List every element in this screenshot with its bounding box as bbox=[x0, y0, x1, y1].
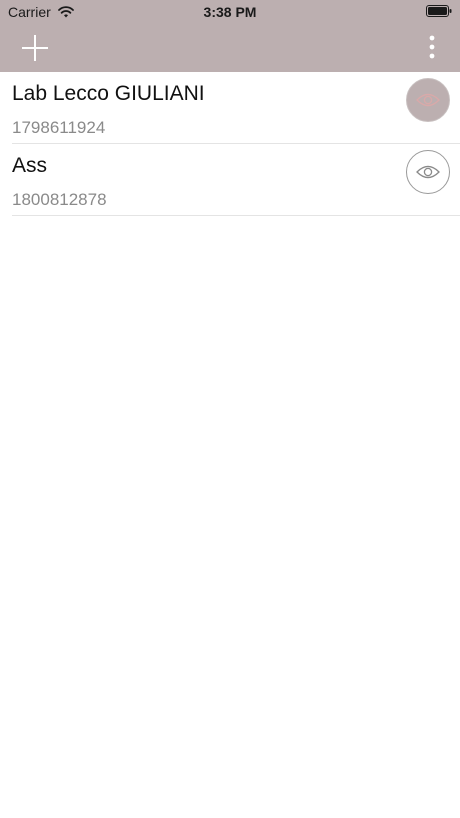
status-time: 3:38 PM bbox=[203, 4, 257, 20]
contact-list: Lab Lecco GIULIANI 1798611924 Ass 180081… bbox=[0, 72, 460, 216]
battery-icon bbox=[426, 5, 452, 17]
contact-name: Ass bbox=[12, 154, 48, 177]
top-bar: Carrier 3:38 PM bbox=[0, 0, 460, 72]
view-button[interactable] bbox=[406, 78, 450, 122]
plus-icon[interactable] bbox=[18, 32, 52, 64]
contact-number: 1798611924 bbox=[12, 118, 106, 137]
contact-name: Lab Lecco GIULIANI bbox=[12, 82, 205, 105]
nav-bar bbox=[0, 24, 460, 72]
view-button[interactable] bbox=[406, 150, 450, 194]
status-bar: Carrier 3:38 PM bbox=[0, 0, 460, 24]
contact-number: 1800812878 bbox=[12, 190, 107, 209]
eye-icon bbox=[416, 93, 440, 107]
list-item[interactable]: Lab Lecco GIULIANI 1798611924 bbox=[12, 72, 460, 144]
more-vertical-icon[interactable] bbox=[422, 32, 442, 64]
eye-icon bbox=[416, 165, 440, 179]
list-item[interactable]: Ass 1800812878 bbox=[12, 144, 460, 216]
